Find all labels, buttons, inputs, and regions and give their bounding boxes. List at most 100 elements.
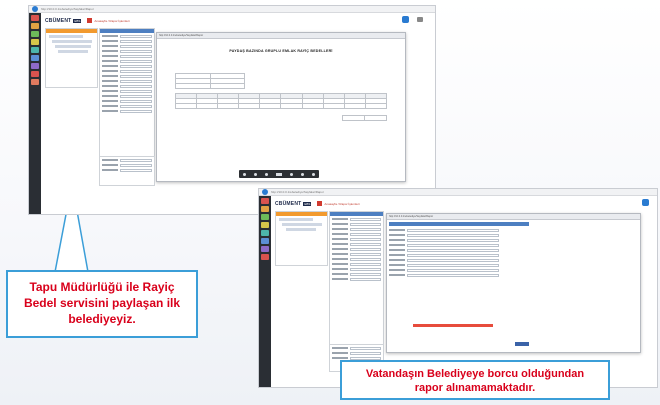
header-user-icon[interactable] <box>402 16 409 23</box>
form-input[interactable] <box>350 257 381 261</box>
rail-user-icon[interactable] <box>261 222 269 228</box>
report-header-table <box>175 73 245 89</box>
form-input[interactable] <box>120 79 152 83</box>
form-input[interactable] <box>407 268 499 272</box>
form-input[interactable] <box>120 99 152 103</box>
menu-tree-header <box>46 29 97 33</box>
form-input[interactable] <box>120 94 152 98</box>
tree-item[interactable] <box>279 218 313 221</box>
form-input[interactable] <box>350 272 381 276</box>
form-input[interactable] <box>407 253 499 257</box>
form-row <box>389 248 499 252</box>
form-input[interactable] <box>407 228 499 232</box>
form-input[interactable] <box>120 54 152 58</box>
form-input[interactable] <box>407 273 499 277</box>
rotate-icon[interactable] <box>290 172 293 176</box>
form-input[interactable] <box>350 242 381 246</box>
detail-window: http://10.0.0.1/ebelediye/Sayfalar/Rapor <box>386 213 641 353</box>
rail-tool-icon[interactable] <box>31 63 39 69</box>
form-row <box>102 34 152 38</box>
form-input[interactable] <box>407 258 499 262</box>
rail-map-icon[interactable] <box>31 47 39 53</box>
rail-chart-icon[interactable] <box>261 238 269 244</box>
form-input[interactable] <box>120 89 152 93</box>
form-input[interactable] <box>120 44 152 48</box>
form-input[interactable] <box>407 248 499 252</box>
tree-item[interactable] <box>58 50 88 53</box>
form-input[interactable] <box>407 233 499 237</box>
tree-item[interactable] <box>55 45 91 48</box>
tree-item[interactable] <box>49 35 83 38</box>
form-row <box>102 44 152 48</box>
report-viewer: http://10.0.0.1/ebelediye/Sayfalar/Rapor… <box>156 32 406 182</box>
rail-home-icon[interactable] <box>261 198 269 204</box>
form-input[interactable] <box>350 237 381 241</box>
browser-url[interactable]: http://10.0.0.1/ebelediye/Sayfalar/Rapor <box>271 190 324 194</box>
rail-doc-icon[interactable] <box>31 31 39 37</box>
rail-map-icon[interactable] <box>261 230 269 236</box>
form-input[interactable] <box>120 49 152 53</box>
rail-settings-icon[interactable] <box>31 71 39 77</box>
rail-menu-icon[interactable] <box>261 206 269 212</box>
form-input[interactable] <box>407 263 499 267</box>
rail-settings-icon[interactable] <box>261 254 269 260</box>
right-callout: Vatandaşın Belediyeye borcu olduğundan r… <box>340 360 610 400</box>
side-rail <box>29 13 41 214</box>
form-row <box>102 79 152 83</box>
tree-item[interactable] <box>286 228 316 231</box>
form-input[interactable] <box>350 267 381 271</box>
rail-home-icon[interactable] <box>31 15 39 21</box>
form-input[interactable] <box>120 163 152 167</box>
rail-user-icon[interactable] <box>31 39 39 45</box>
report-data-table <box>174 93 388 109</box>
rail-tool-icon[interactable] <box>261 246 269 252</box>
tree-item[interactable] <box>282 223 322 226</box>
form-input[interactable] <box>407 238 499 242</box>
rail-doc-icon[interactable] <box>261 214 269 220</box>
form-input[interactable] <box>350 346 381 350</box>
form-row <box>332 277 381 281</box>
form-row <box>102 94 152 98</box>
rail-bell-icon[interactable] <box>31 79 39 85</box>
form-input[interactable] <box>120 59 152 63</box>
form-row <box>389 253 499 257</box>
form-input[interactable] <box>350 277 381 281</box>
form-input[interactable] <box>350 217 381 221</box>
form-input[interactable] <box>350 232 381 236</box>
form-row <box>102 168 152 172</box>
form-input[interactable] <box>350 247 381 251</box>
form-row <box>332 232 381 236</box>
form-input[interactable] <box>120 158 152 162</box>
form-input[interactable] <box>350 222 381 226</box>
form-input[interactable] <box>120 168 152 172</box>
form-row <box>389 228 499 232</box>
form-row <box>389 268 499 272</box>
header-menu-icon[interactable] <box>417 17 423 22</box>
form-input[interactable] <box>350 351 381 355</box>
form-input[interactable] <box>120 84 152 88</box>
form-input[interactable] <box>120 64 152 68</box>
form-input[interactable] <box>350 252 381 256</box>
tree-item[interactable] <box>52 40 92 43</box>
download-icon[interactable] <box>301 172 304 176</box>
form-input[interactable] <box>120 104 152 108</box>
zoom-in-icon[interactable] <box>254 172 257 176</box>
rail-menu-icon[interactable] <box>31 23 39 29</box>
form-input[interactable] <box>120 74 152 78</box>
app-logo: CBÜMENT <box>275 200 302 207</box>
print-icon[interactable] <box>312 172 315 176</box>
rail-chart-icon[interactable] <box>31 55 39 61</box>
form-input[interactable] <box>120 109 152 113</box>
submit-button[interactable] <box>515 342 529 346</box>
form-input[interactable] <box>120 34 152 38</box>
form-input[interactable] <box>120 39 152 43</box>
zoom-out-icon[interactable] <box>243 172 246 176</box>
form-input[interactable] <box>350 262 381 266</box>
browser-url[interactable]: http://10.0.0.1/ebelediye/Sayfalar/Rapor <box>41 7 94 11</box>
header-user-icon[interactable] <box>642 199 649 206</box>
fit-page-icon[interactable] <box>265 172 268 176</box>
form-input[interactable] <box>120 69 152 73</box>
detail-window-url: http://10.0.0.1/ebelediye/Sayfalar/Rapor <box>389 215 434 218</box>
form-input[interactable] <box>350 227 381 231</box>
form-input[interactable] <box>407 243 499 247</box>
